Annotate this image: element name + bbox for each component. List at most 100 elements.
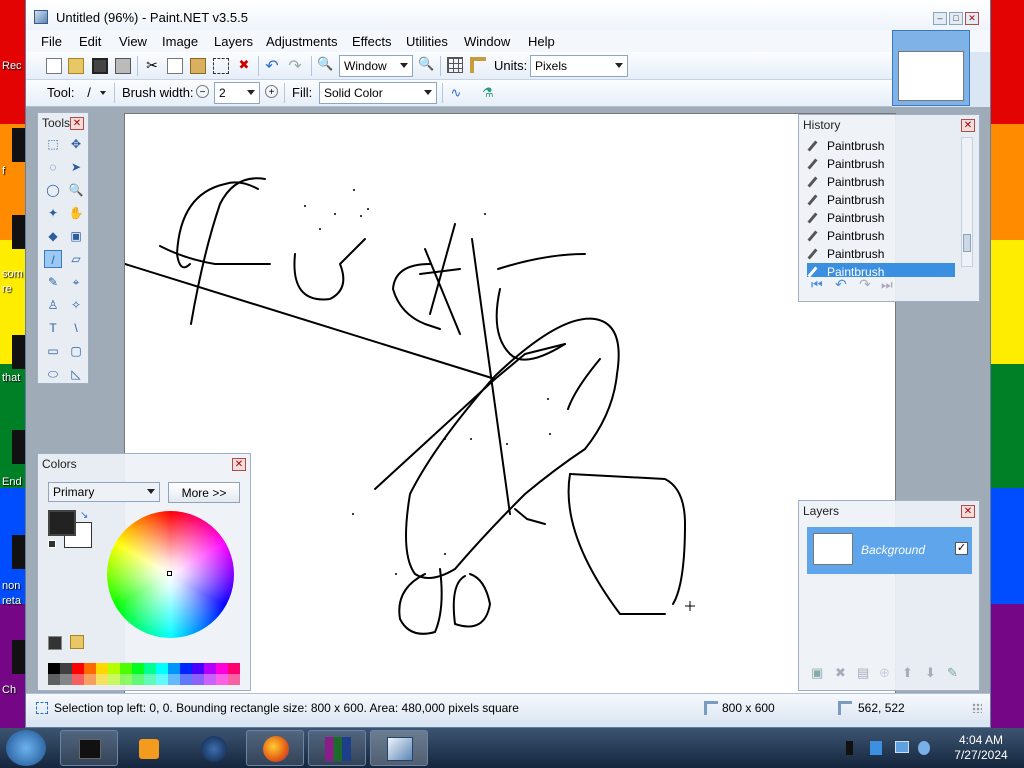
desktop-icon-label[interactable]: Ch [2, 684, 26, 696]
palette-swatch[interactable] [120, 674, 132, 685]
desktop-icon-label[interactable]: non [2, 580, 26, 592]
taskbar-app-terminal[interactable] [60, 730, 118, 766]
cut-icon[interactable]: ✂ [144, 57, 160, 73]
desktop-file-icon[interactable] [12, 430, 26, 464]
swap-colors-icon[interactable]: ↘ [80, 510, 88, 521]
start-button[interactable] [6, 730, 46, 766]
palette-swatch[interactable] [144, 674, 156, 685]
zoom-icon[interactable]: 🔍 [67, 181, 85, 199]
chevron-down-icon[interactable] [100, 91, 106, 95]
menu-file[interactable]: File [41, 34, 62, 49]
color-wheel[interactable] [107, 511, 234, 638]
eraser-icon[interactable]: ▱ [67, 250, 85, 268]
menu-image[interactable]: Image [162, 34, 198, 49]
history-item[interactable]: Paintbrush [807, 137, 955, 155]
magic-wand-icon[interactable]: ✦ [44, 204, 62, 222]
move-layer-up-icon[interactable]: ⬆ [902, 665, 913, 681]
rectangle-icon[interactable]: ▭ [44, 342, 62, 360]
palette-swatch[interactable] [156, 663, 168, 674]
move-selection-icon[interactable]: ✥ [67, 135, 85, 153]
recolor-icon[interactable]: ✧ [67, 296, 85, 314]
desktop-file-icon[interactable] [12, 335, 26, 369]
step-forward-icon[interactable]: ↷ [859, 276, 871, 293]
taskbar-app-media[interactable] [120, 730, 178, 766]
gradient-icon[interactable]: ▣ [67, 227, 85, 245]
history-close-button[interactable]: ✕ [961, 119, 975, 132]
palette-swatch[interactable] [108, 663, 120, 674]
rulers-icon[interactable] [470, 57, 486, 73]
history-item[interactable]: Paintbrush [807, 173, 955, 191]
palette-swatch[interactable] [228, 663, 240, 674]
print-icon[interactable] [115, 58, 131, 74]
colors-close-button[interactable]: ✕ [232, 458, 246, 471]
palette-swatch[interactable] [204, 663, 216, 674]
color-mode-select[interactable]: Primary [48, 482, 160, 502]
history-item[interactable]: Paintbrush [807, 245, 955, 263]
palette-swatch[interactable] [144, 663, 156, 674]
palette-swatch[interactable] [132, 674, 144, 685]
line-curve-icon[interactable]: \ [67, 319, 85, 337]
palette-swatch[interactable] [60, 663, 72, 674]
paste-icon[interactable] [190, 58, 206, 74]
duplicate-layer-icon[interactable]: ▤ [857, 665, 869, 681]
increase-width-icon[interactable]: + [265, 85, 278, 98]
palette-swatch[interactable] [156, 674, 168, 685]
tray-arrow-icon[interactable] [846, 741, 853, 755]
undo-icon[interactable]: ↶ [264, 56, 280, 75]
step-back-icon[interactable]: ↶ [835, 276, 847, 293]
history-item[interactable]: Paintbrush [807, 155, 955, 173]
palette-swatch[interactable] [96, 674, 108, 685]
new-file-icon[interactable] [46, 58, 62, 74]
title-bar[interactable]: Untitled (96%) - Paint.NET v3.5.5 – □ ✕ [26, 0, 990, 30]
resize-grip-icon[interactable] [972, 703, 982, 713]
palette-swatch[interactable] [84, 674, 96, 685]
ellipse-select-icon[interactable]: ◯ [44, 181, 62, 199]
desktop-file-icon[interactable] [12, 128, 26, 162]
history-item[interactable]: Paintbrush [807, 227, 955, 245]
network-icon[interactable] [895, 741, 909, 753]
history-scrollbar[interactable] [961, 137, 973, 267]
merge-layer-icon[interactable]: ⊕ [879, 665, 890, 681]
zoom-in-icon[interactable]: 🔍 [418, 56, 434, 72]
pan-icon[interactable]: ✋ [67, 204, 85, 222]
desktop-file-icon[interactable] [12, 535, 26, 569]
pencil-icon[interactable]: ✎ [44, 273, 62, 291]
layer-visibility-checkbox[interactable]: ✓ [955, 542, 968, 555]
redo-icon[interactable]: ↷ [287, 56, 303, 75]
desktop-icon-label[interactable]: som [2, 268, 26, 280]
history-item[interactable]: Paintbrush [807, 209, 955, 227]
deselect-icon[interactable]: ✖ [236, 57, 252, 73]
text-icon[interactable]: T [44, 319, 62, 337]
palette-swatch[interactable] [192, 674, 204, 685]
palette-swatch[interactable] [168, 663, 180, 674]
palette-swatch[interactable] [120, 663, 132, 674]
history-item[interactable]: Paintbrush [807, 191, 955, 209]
palette-swatch[interactable] [48, 674, 60, 685]
save-icon[interactable] [92, 58, 108, 74]
units-select[interactable]: Pixels [530, 55, 628, 77]
tray-app-icon[interactable] [870, 741, 882, 755]
menu-adjustments[interactable]: Adjustments [266, 34, 338, 49]
palette-swatch[interactable] [228, 674, 240, 685]
ellipse-icon[interactable]: ⬭ [44, 365, 62, 383]
palette-swatch[interactable] [60, 674, 72, 685]
copy-icon[interactable] [167, 58, 183, 74]
layers-close-button[interactable]: ✕ [961, 505, 975, 518]
brush-width-select[interactable]: 2 [214, 82, 260, 104]
menu-effects[interactable]: Effects [352, 34, 392, 49]
taskbar-app-winrar[interactable] [308, 730, 366, 766]
image-thumbnail[interactable] [898, 51, 964, 101]
color-wheel-cursor[interactable] [167, 571, 172, 576]
layer-row-background[interactable]: Background ✓ [807, 527, 972, 574]
menu-view[interactable]: View [119, 34, 147, 49]
color-picker-icon[interactable]: ⌖ [67, 273, 85, 291]
desktop-icon-label[interactable]: f [2, 165, 26, 177]
move-layer-down-icon[interactable]: ⬇ [925, 665, 936, 681]
desktop-file-icon[interactable] [12, 640, 26, 674]
menu-edit[interactable]: Edit [79, 34, 101, 49]
paint-bucket-icon[interactable]: ◆ [44, 227, 62, 245]
palette-swatch[interactable] [84, 663, 96, 674]
palette-swatch[interactable] [108, 674, 120, 685]
minimize-button[interactable]: – [933, 12, 947, 25]
desktop-icon-label[interactable]: Rec [2, 60, 26, 72]
